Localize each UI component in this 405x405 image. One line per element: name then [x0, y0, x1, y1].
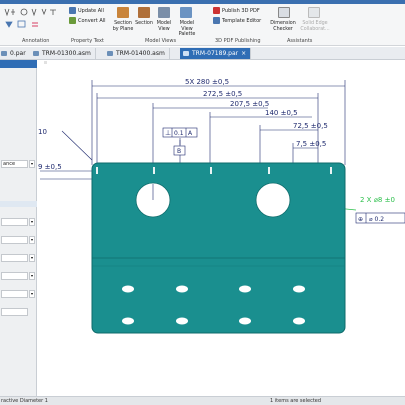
- gtol-frame[interactable]: ⊥ 0.1 A: [162, 127, 198, 138]
- panel-field-2[interactable]: [1, 236, 28, 244]
- panel-field-5[interactable]: [1, 290, 28, 298]
- panel-select-field[interactable]: ance: [1, 160, 28, 168]
- slot: [268, 167, 270, 174]
- close-tab-icon[interactable]: ×: [241, 50, 246, 57]
- part-face[interactable]: [91, 162, 346, 334]
- model-view-button[interactable]: Model View: [154, 21, 174, 32]
- large-hole-selected[interactable]: [255, 182, 291, 218]
- chevron-down-icon[interactable]: ▾: [29, 218, 35, 226]
- annotation-group-label: Annotation: [22, 38, 50, 44]
- perpendicularity-icon: ⊥: [165, 129, 171, 137]
- slot: [210, 167, 212, 174]
- template-editor-button[interactable]: Template Editor: [222, 18, 261, 24]
- assistants-group-label: Assistants: [287, 38, 313, 44]
- panel-field-1[interactable]: [1, 218, 28, 226]
- hole-callout[interactable]: 2 X ⌀8 ±0 ⊕ ⌀ 0.2: [355, 196, 405, 224]
- update-all-button[interactable]: Update All: [78, 8, 104, 14]
- panel-field-6[interactable]: [1, 308, 28, 316]
- position-icon: ⊕: [358, 216, 363, 223]
- assembly-icon: [33, 51, 39, 56]
- tab-label: 0.par: [10, 50, 26, 57]
- ribbon: Annotation Update All Convert All Proper…: [0, 4, 405, 46]
- property-panel: ance ▾ ▾ ▾ ▾ ▾ ▾: [0, 60, 37, 396]
- model-views-group-label: Model Views: [145, 38, 177, 44]
- dim-272[interactable]: 272,5 ±0,5: [203, 90, 242, 98]
- annotation-icons[interactable]: [2, 6, 62, 36]
- sheet-metal-part[interactable]: [91, 162, 346, 334]
- assembly-icon: [107, 51, 113, 56]
- chevron-down-icon[interactable]: ▾: [29, 160, 35, 168]
- dimension-checker-icon: [278, 7, 290, 18]
- template-editor-icon: [213, 17, 220, 24]
- gtol-value: 0.1: [174, 130, 184, 137]
- dim-5x-280[interactable]: 5X 280 ±0,5: [185, 78, 229, 86]
- tab-0-par[interactable]: 0.par: [0, 48, 31, 59]
- tab-trm-01400[interactable]: TRM-01400.asm: [104, 48, 170, 59]
- tab-label: TRM-07189.par: [192, 50, 239, 57]
- solid-edge-icon: [308, 7, 320, 18]
- panel-section-strip: [0, 201, 37, 207]
- drawing-svg[interactable]: 5X 280 ±0,5 272,5 ±0,5 207,5 ±0,5 140 ±0…: [37, 60, 405, 396]
- convert-all-icon: [69, 17, 76, 24]
- dim-10[interactable]: 10: [38, 128, 47, 136]
- part-icon: [1, 51, 7, 56]
- graphics-canvas[interactable]: 5X 280 ±0,5 272,5 ±0,5 207,5 ±0,5 140 ±0…: [37, 60, 405, 396]
- model-view-icon: [158, 7, 170, 18]
- slot: [330, 167, 332, 174]
- pdf-icon: [213, 7, 220, 14]
- model-view-palette-icon: [180, 7, 192, 18]
- dimension-checker-button[interactable]: Dimension Checker: [268, 21, 298, 32]
- pdf-group-label: 3D PDF Publishing: [215, 38, 261, 44]
- dim-140[interactable]: 140 ±0,5: [265, 109, 298, 117]
- view-marker: [44, 61, 47, 64]
- chevron-down-icon[interactable]: ▾: [29, 290, 35, 298]
- property-text-group-label: Property Text: [71, 38, 104, 44]
- model-view-palette-button[interactable]: Model View Palette: [175, 21, 199, 38]
- update-all-icon: [69, 7, 76, 14]
- tab-trm-07189[interactable]: TRM-07189.par ×: [180, 48, 252, 59]
- position-callout: ⌀ 0.2: [369, 216, 384, 223]
- tab-label: TRM-01400.asm: [116, 50, 165, 57]
- tab-label: TRM-01300.asm: [42, 50, 91, 57]
- dim-207[interactable]: 207,5 ±0,5: [230, 100, 269, 108]
- slot: [96, 167, 98, 174]
- dim-7[interactable]: 7,5 ±0,5: [296, 140, 326, 148]
- panel-header: [0, 60, 37, 68]
- section-button[interactable]: Section: [134, 21, 154, 27]
- dim-9[interactable]: 9 ±0,5: [38, 163, 62, 171]
- slot: [153, 167, 155, 174]
- status-selection-count: 1 items are selected: [270, 398, 322, 404]
- tab-trm-01300[interactable]: TRM-01300.asm: [30, 48, 96, 59]
- convert-all-button[interactable]: Convert All: [78, 18, 106, 24]
- chevron-down-icon[interactable]: ▾: [29, 272, 35, 280]
- datum-b-frame[interactable]: B: [173, 145, 186, 156]
- part-icon: [183, 51, 189, 56]
- datum-b-label: B: [177, 148, 181, 155]
- chevron-down-icon[interactable]: ▾: [29, 236, 35, 244]
- panel-field-3[interactable]: [1, 254, 28, 262]
- chevron-down-icon[interactable]: ▾: [29, 254, 35, 262]
- section-by-plane-button[interactable]: Section by Plane: [112, 21, 134, 32]
- status-bar: ractive Diameter 1 1 items are selected: [0, 396, 405, 405]
- dim-72[interactable]: 72,5 ±0,5: [293, 122, 328, 130]
- section-icon: [138, 7, 150, 18]
- panel-field-4[interactable]: [1, 272, 28, 280]
- solid-edge-collaborate-button[interactable]: Solid Edge Collaborat...: [298, 21, 332, 32]
- hole-callout-text: 2 X ⌀8 ±0: [360, 196, 395, 204]
- publish-3d-pdf-button[interactable]: Publish 3D PDF: [222, 8, 260, 14]
- section-by-plane-icon: [117, 7, 129, 18]
- status-prompt: ractive Diameter 1: [1, 398, 48, 404]
- document-tabbar: 0.par TRM-01300.asm TRM-01400.asm TRM-07…: [0, 47, 405, 60]
